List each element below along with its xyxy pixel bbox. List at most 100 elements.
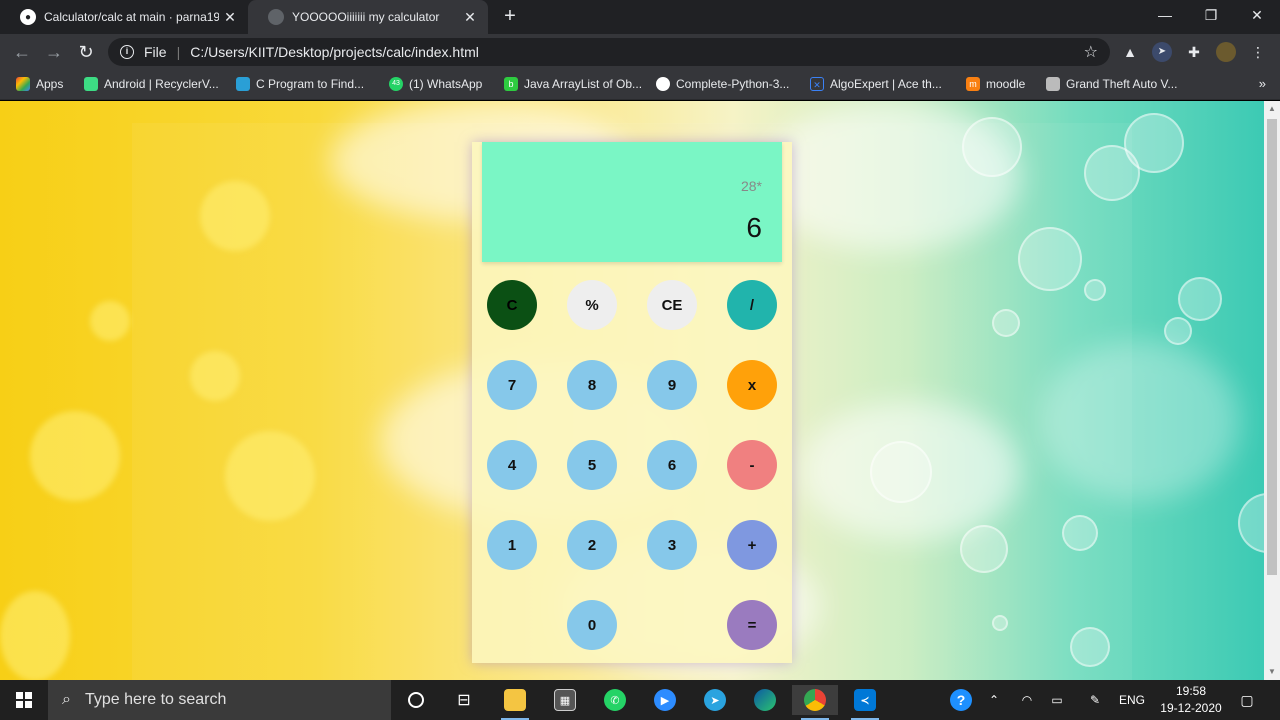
scroll-down-icon[interactable]: ▼ [1264,664,1280,680]
bookmark-label: Android | RecyclerV... [104,77,219,91]
background-bubble [960,525,1008,573]
search-placeholder: Type here to search [84,691,227,708]
chrome-icon[interactable] [792,685,838,720]
minimize-button[interactable]: — [1142,0,1188,30]
language-indicator[interactable]: ENG [1116,680,1148,720]
bookmark-apps[interactable]: Apps [16,70,63,98]
store-icon[interactable]: ▦ [545,685,585,715]
digit-6-button[interactable]: 6 [647,440,697,490]
address-bar[interactable]: i File | C:/Users/KIIT/Desktop/projects/… [108,38,1110,66]
background-bubble [870,441,932,503]
whatsapp-icon[interactable]: ✆ [595,685,635,715]
background-bubble [1070,627,1110,667]
back-icon[interactable]: ← [10,40,34,64]
notification-icon[interactable]: ▢ [1236,680,1258,720]
background-bubble [1178,277,1222,321]
wifi-icon[interactable]: ◠ [1016,680,1038,720]
reload-icon[interactable]: ↻ [74,40,98,64]
search-icon: ⌕ [62,691,71,708]
chevron-up-icon[interactable]: ⌃ [984,680,1004,720]
task-view-icon[interactable]: ⊟ [444,685,484,715]
close-icon[interactable]: ✕ [462,9,478,25]
digit-1-button[interactable]: 1 [487,520,537,570]
add-button[interactable]: + [727,520,777,570]
digit-4-button[interactable]: 4 [487,440,537,490]
scroll-up-icon[interactable]: ▲ [1264,101,1280,117]
forward-icon[interactable]: → [42,40,66,64]
bookmark-algoexpert[interactable]: ✕ AlgoExpert | Ace th... [810,70,942,98]
background-bubble [1164,317,1192,345]
bookmark-python[interactable]: Complete-Python-3... [656,70,789,98]
browser-toolbar: ← → ↻ i File | C:/Users/KIIT/Desktop/pro… [0,34,1280,70]
bookmark-whatsapp[interactable]: 43 (1) WhatsApp [389,70,482,98]
clear-entry-button[interactable]: CE [647,280,697,330]
equals-button[interactable]: = [727,600,777,650]
more-bookmarks-icon[interactable]: » [1259,76,1266,91]
telegram-icon[interactable]: ➤ [695,685,735,715]
digit-3-button[interactable]: 3 [647,520,697,570]
windows-logo-icon [16,692,32,708]
tab-title: Calculator/calc at main · parna19 [44,10,219,24]
tab-github[interactable]: ● Calculator/calc at main · parna19 ✕ [0,0,248,34]
profile-avatar[interactable] [1216,42,1236,62]
digit-0-button[interactable]: 0 [567,600,617,650]
bookmark-gta[interactable]: Grand Theft Auto V... [1046,70,1177,98]
restore-button[interactable]: ❐ [1188,0,1234,30]
bookmark-c-program[interactable]: C Program to Find... [236,70,364,98]
scrollbar-thumb[interactable] [1267,119,1277,575]
zoom-icon[interactable]: ▶ [645,685,685,715]
digit-8-button[interactable]: 8 [567,360,617,410]
info-icon[interactable]: i [120,45,134,59]
calculator: 28* 6 C % CE / 7 8 9 x 4 5 6 - 1 2 3 + 0… [472,142,792,663]
moodle-icon: m [966,77,980,91]
calculator-display: 28* 6 [482,142,782,262]
clear-button[interactable]: C [487,280,537,330]
vscode-icon[interactable]: ≺ [845,685,885,720]
kebab-menu-icon[interactable]: ⋮ [1248,42,1268,62]
url-scheme: File [144,44,167,60]
clock-date: 19-12-2020 [1160,701,1222,715]
help-icon[interactable]: ? [946,680,976,720]
bookmark-java[interactable]: b Java ArrayList of Ob... [504,70,642,98]
bookmark-label: C Program to Find... [256,77,365,91]
page-scrollbar[interactable]: ▲ ▼ [1264,101,1280,680]
tab-calculator[interactable]: YOOOOOiiiiiii my calculator ✕ [248,0,488,34]
background-bubble [1018,227,1082,291]
extension-cursor-icon[interactable]: ➤ [1152,42,1172,62]
puzzle-icon[interactable]: ✚ [1184,42,1204,62]
close-window-button[interactable]: ✕ [1234,0,1280,30]
edge-icon[interactable] [745,685,785,715]
extension-triangle-icon[interactable]: ▲ [1120,42,1140,62]
bookmark-label: Apps [36,77,64,91]
divide-button[interactable]: / [727,280,777,330]
clock[interactable]: 19:58 19-12-2020 [1150,683,1232,717]
tab-bar: ● Calculator/calc at main · parna19 ✕ YO… [0,0,1280,34]
windows-taskbar: ⌕ Type here to search ⊟ ▦ ✆ ▶ ➤ ≺ ? ⌃ ◠ … [0,680,1280,720]
subtract-button[interactable]: - [727,440,777,490]
start-button[interactable] [0,680,48,720]
bookmarks-bar: Apps Android | RecyclerV... C Program to… [0,70,1280,100]
battery-icon[interactable]: ▭ [1046,680,1068,720]
cortana-icon[interactable] [396,685,436,715]
background-glow [200,181,270,251]
digit-7-button[interactable]: 7 [487,360,537,410]
page-icon [1046,77,1060,91]
result-display: 6 [746,212,762,243]
background-bubble [992,615,1008,631]
bookmark-android[interactable]: Android | RecyclerV... [84,70,219,98]
pen-icon[interactable]: ✎ [1084,680,1106,720]
percent-button[interactable]: % [567,280,617,330]
digit-9-button[interactable]: 9 [647,360,697,410]
bookmark-star-icon[interactable]: ☆ [1084,42,1098,62]
expression-display: 28* [740,178,762,194]
github-icon [656,77,670,91]
digit-5-button[interactable]: 5 [567,440,617,490]
close-icon[interactable]: ✕ [222,9,238,25]
taskbar-search-box[interactable]: ⌕ Type here to search [48,680,391,720]
site-icon [236,77,250,91]
multiply-button[interactable]: x [727,360,777,410]
file-explorer-icon[interactable] [495,685,535,720]
bookmark-moodle[interactable]: m moodle [966,70,1025,98]
new-tab-button[interactable]: + [500,6,520,26]
digit-2-button[interactable]: 2 [567,520,617,570]
